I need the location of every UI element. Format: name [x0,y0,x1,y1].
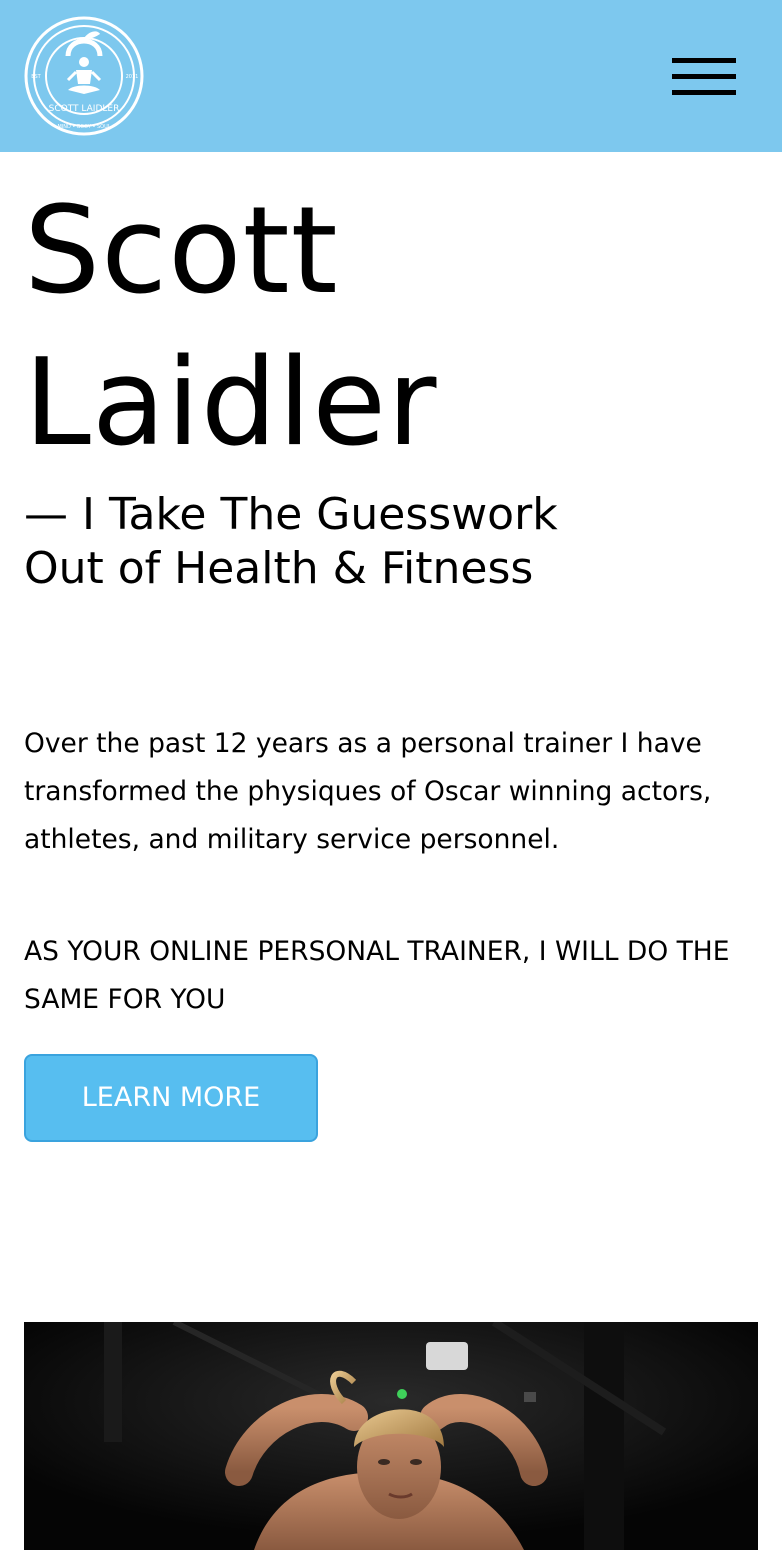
logo-motto: MIND • BODY • SOUL [57,124,110,130]
hero-title-line-2: Laidler [24,334,438,473]
woman-training-in-gym-photo [24,1322,758,1550]
logo-est-label: EST [31,74,41,80]
menu-line [672,74,736,79]
logo-wordmark: SCOTT LAIDLER [49,104,120,114]
logo-est-year: 2011 [126,74,139,80]
hero-title: Scott Laidler [24,176,764,480]
callout-text: AS YOUR ONLINE PERSONAL TRAINER, I WILL … [24,936,730,1015]
site-logo[interactable]: SCOTT LAIDLER MIND • BODY • SOUL EST 201… [24,16,144,136]
tagline-line-2: Out of Health & Fitness [24,543,534,594]
site-header: SCOTT LAIDLER MIND • BODY • SOUL EST 201… [0,0,782,152]
kettlebell-meditation-logo-icon: SCOTT LAIDLER MIND • BODY • SOUL EST 201… [24,16,144,136]
tagline-line-1: — I Take The Guesswork [24,489,558,540]
learn-more-button[interactable]: LEARN MORE [24,1054,318,1142]
menu-line [672,90,736,95]
intro-paragraph: Over the past 12 years as a personal tra… [24,728,712,855]
menu-line [672,58,736,63]
hamburger-menu-icon[interactable] [664,52,744,104]
hero-title-line-1: Scott [24,182,339,321]
gym-photo-illustration [24,1322,758,1550]
hero-tagline: — I Take The Guesswork Out of Health & F… [24,488,764,596]
